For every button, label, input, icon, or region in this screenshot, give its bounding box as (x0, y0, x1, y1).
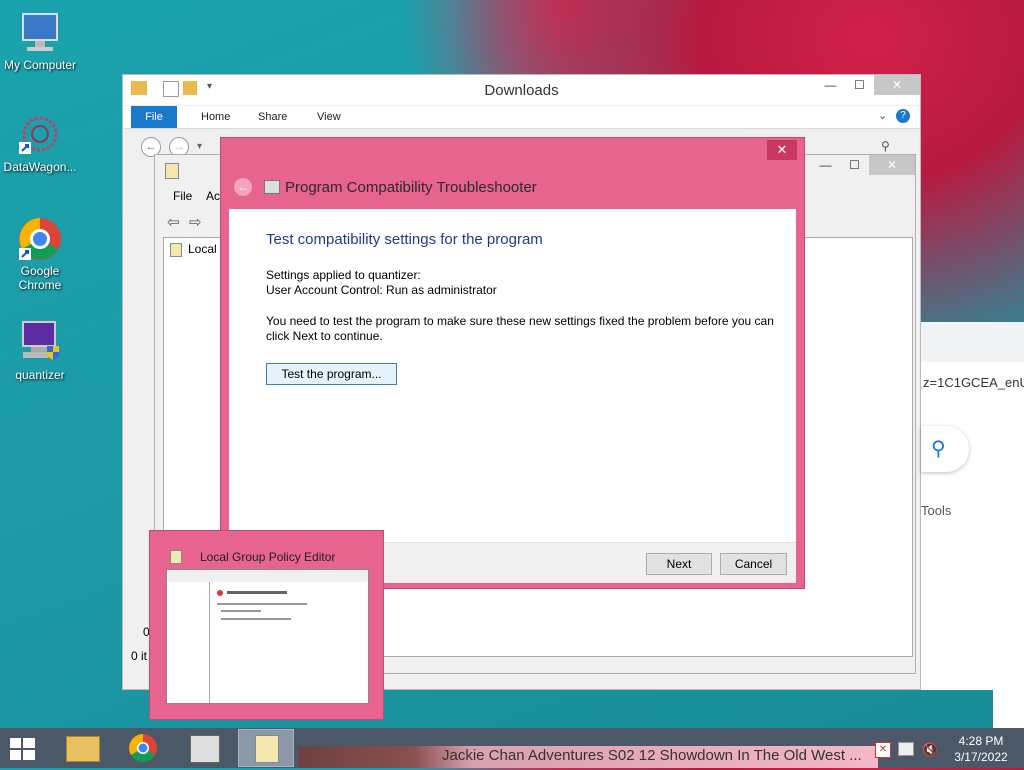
window-title: Downloads (484, 82, 559, 99)
gpe-app-icon (165, 163, 179, 179)
taskbar-thumbnail-preview[interactable]: Local Group Policy Editor (149, 530, 384, 720)
policy-doc-icon (170, 243, 182, 257)
taskbar-chrome[interactable] (115, 729, 171, 767)
network-icon[interactable] (898, 742, 914, 756)
gpe-close-button[interactable]: ✕ (869, 155, 915, 175)
desktop-icon-label: Google Chrome (18, 264, 62, 292)
cancel-button[interactable]: Cancel (720, 553, 787, 575)
thumbnail-title: Local Group Policy Editor (200, 550, 336, 564)
browser-toolbar (921, 322, 1024, 362)
explorer-status-bar: 0 it (131, 649, 148, 663)
settings-applied-text: Settings applied to quantizer: User Acco… (266, 268, 497, 298)
clock-date: 3/17/2022 (954, 750, 1008, 764)
explorer-titlebar[interactable]: ▾ Downloads — ☐ ✕ (123, 75, 920, 105)
thumbnail-preview-image (166, 569, 369, 704)
help-icon[interactable]: ? (896, 109, 910, 123)
browser-window-partial[interactable]: z=1C1GCEA_enU ⚲ Tools (921, 322, 1024, 690)
desktop-icon-google-chrome[interactable]: Google Chrome (0, 216, 80, 292)
troubleshooter-icon (264, 180, 280, 194)
policy-doc-icon (255, 735, 279, 763)
browser-search-button[interactable]: ⚲ (921, 426, 969, 472)
close-button[interactable]: ✕ (874, 75, 920, 95)
desktop-icon-datawagon[interactable]: DataWagon... (0, 112, 80, 174)
windows-logo-icon (10, 738, 35, 760)
browser-url-fragment[interactable]: z=1C1GCEA_enU (923, 375, 1024, 390)
taskbar-troubleshooter[interactable] (176, 729, 232, 767)
gpe-tree-item[interactable]: Local (188, 242, 217, 256)
compatibility-troubleshooter-dialog[interactable]: ✕ ← Program Compatibility Troubleshooter… (220, 137, 805, 589)
action-center-flag-icon[interactable]: ✕ (875, 742, 891, 758)
gpe-forward-icon[interactable]: ⇨ (189, 213, 202, 231)
data-app-icon (17, 112, 63, 158)
info-line: click Next to continue. (266, 329, 383, 343)
recent-dropdown-icon[interactable]: ▾ (197, 141, 202, 152)
dialog-header: ← Program Compatibility Troubleshooter (229, 162, 796, 208)
dialog-heading: Test compatibility settings for the prog… (266, 231, 543, 248)
volume-muted-icon[interactable]: 🔇 (922, 742, 938, 758)
next-button[interactable]: Next (646, 553, 712, 575)
shield-app-icon (17, 320, 63, 366)
dialog-content: Test compatibility settings for the prog… (229, 209, 796, 542)
policy-doc-icon (170, 550, 182, 564)
info-text: You need to test the program to make sur… (266, 314, 774, 344)
settings-line: Settings applied to quantizer: (266, 268, 421, 282)
gpe-back-icon[interactable]: ⇦ (167, 213, 180, 231)
desktop-icon-quantizer[interactable]: quantizer (0, 320, 80, 382)
search-icon: ⚲ (931, 438, 946, 460)
tab-home[interactable]: Home (201, 111, 230, 123)
monitor-icon (17, 10, 63, 56)
search-icon[interactable]: ⚲ (881, 139, 890, 153)
ribbon-tabs: File Home Share View ⌄ ? (123, 106, 920, 129)
desktop-icon-my-computer[interactable]: My Computer (0, 10, 80, 72)
test-program-button[interactable]: Test the program... (266, 363, 397, 385)
desktop-icon-label: My Computer (3, 58, 77, 72)
clock-time: 4:28 PM (958, 734, 1004, 748)
tab-view[interactable]: View (317, 111, 341, 123)
ribbon-expand-icon[interactable]: ⌄ (878, 109, 887, 122)
gpe-minimize-button[interactable]: — (811, 155, 840, 175)
gpe-maximize-button[interactable]: ☐ (840, 155, 869, 175)
gpe-menu-action[interactable]: Ac (206, 189, 220, 203)
chrome-icon (17, 216, 63, 262)
gpe-menu-file[interactable]: File (173, 189, 192, 203)
taskbar-clock[interactable]: 4:28 PM 3/17/2022 (950, 733, 1012, 765)
media-notification-banner[interactable]: Jackie Chan Adventures S02 12 Showdown I… (298, 746, 878, 768)
dialog-title: Program Compatibility Troubleshooter (285, 179, 537, 196)
browser-edge-strip (993, 690, 1024, 728)
media-title: Jackie Chan Adventures S02 12 Showdown I… (442, 747, 862, 764)
start-button[interactable] (8, 736, 38, 762)
minimize-button[interactable]: — (816, 75, 845, 95)
dialog-close-button[interactable]: ✕ (767, 140, 797, 160)
desktop-icon-label: quantizer (15, 368, 65, 382)
taskbar-group-policy-editor[interactable] (238, 729, 294, 767)
taskbar-file-explorer[interactable] (54, 729, 110, 767)
tab-file[interactable]: File (131, 106, 177, 128)
maximize-button[interactable]: ☐ (845, 75, 874, 95)
back-arrow-icon[interactable]: ← (234, 178, 252, 196)
chrome-icon (129, 734, 157, 762)
tab-share[interactable]: Share (258, 111, 287, 123)
settings-line: User Account Control: Run as administrat… (266, 283, 497, 297)
desktop-icon-label: DataWagon... (3, 160, 77, 174)
file-explorer-icon (66, 736, 100, 762)
info-line: You need to test the program to make sur… (266, 314, 774, 328)
troubleshooter-icon (190, 735, 220, 763)
browser-tools-label[interactable]: Tools (921, 503, 951, 518)
